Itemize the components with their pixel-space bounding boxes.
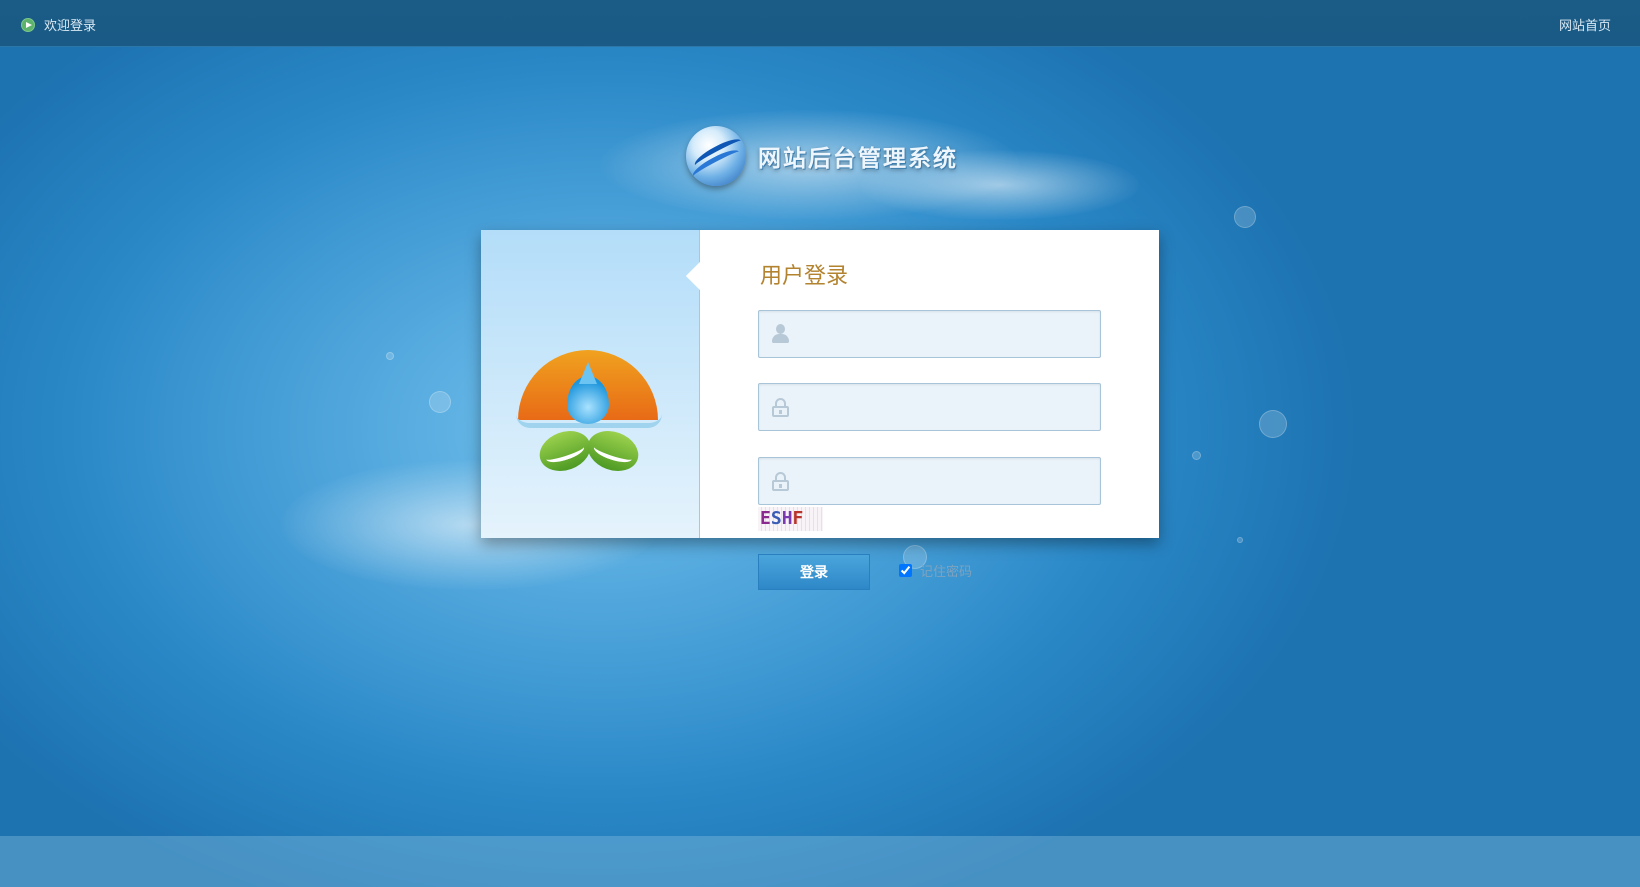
login-panel: 用户登录 ESHF bbox=[481, 230, 1159, 538]
welcome-text: 欢迎登录 bbox=[44, 19, 97, 34]
bottom-bar bbox=[0, 836, 1640, 887]
bubble-decoration bbox=[429, 391, 451, 413]
lock-icon bbox=[772, 472, 789, 491]
lock-icon bbox=[772, 398, 789, 417]
bubble-decoration bbox=[1234, 206, 1256, 228]
remember-checkbox[interactable] bbox=[899, 564, 912, 577]
bubble-decoration bbox=[1259, 410, 1287, 438]
sun-drop-leaf-logo-icon bbox=[516, 350, 662, 480]
password-field[interactable] bbox=[758, 383, 1101, 431]
password-input[interactable] bbox=[801, 384, 1091, 430]
remember-label: 记住密码 bbox=[920, 565, 973, 580]
captcha-field[interactable] bbox=[758, 457, 1101, 505]
play-icon bbox=[21, 17, 35, 32]
welcome-area: 欢迎登录 bbox=[21, 15, 96, 34]
login-title: 用户登录 bbox=[760, 264, 849, 289]
username-field[interactable] bbox=[758, 310, 1101, 358]
login-button[interactable]: 登录 bbox=[758, 554, 870, 590]
logo-pane bbox=[481, 230, 700, 538]
bubble-decoration bbox=[386, 352, 394, 360]
user-icon bbox=[771, 324, 789, 344]
globe-logo-icon bbox=[686, 126, 746, 186]
captcha-input[interactable] bbox=[801, 458, 1091, 504]
top-bar: 欢迎登录 网站首页 bbox=[0, 0, 1640, 47]
brand: 网站后台管理系统 bbox=[686, 126, 958, 186]
captcha-image[interactable]: ESHF bbox=[758, 507, 823, 531]
username-input[interactable] bbox=[801, 311, 1091, 357]
remember-password[interactable]: 记住密码 bbox=[899, 561, 972, 580]
brand-title: 网站后台管理系统 bbox=[758, 146, 958, 172]
bubble-decoration bbox=[1237, 537, 1243, 543]
home-link[interactable]: 网站首页 bbox=[1559, 15, 1611, 34]
bubble-decoration bbox=[1192, 451, 1201, 460]
